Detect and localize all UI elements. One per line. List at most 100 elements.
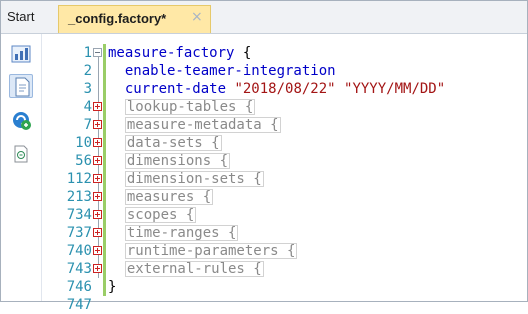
code-line[interactable]: 56 dimensions {: [42, 152, 527, 170]
brace: {: [242, 45, 252, 61]
keyword: [108, 189, 125, 205]
keyword: [108, 243, 125, 259]
code-text: measure-metadata {: [108, 116, 281, 134]
code-text: }: [108, 278, 116, 296]
code-text: dimension-sets {: [108, 170, 264, 188]
expand-fold-icon[interactable]: [93, 210, 102, 219]
code-line[interactable]: 3 current-date "2018/08/22" "YYYY/MM/DD": [42, 80, 527, 98]
refresh-green-icon[interactable]: [9, 108, 33, 132]
code-line[interactable]: 740 runtime-parameters {: [42, 242, 527, 260]
keyword: measure-factory: [108, 45, 243, 61]
change-marker: [103, 278, 106, 296]
line-number: 213: [66, 189, 92, 205]
expand-fold-icon[interactable]: [93, 246, 102, 255]
code-text: measures {: [108, 188, 214, 206]
code-line[interactable]: 747: [42, 296, 527, 314]
brace: }: [108, 279, 117, 295]
keyword: [108, 261, 125, 277]
line-number: 746: [66, 279, 92, 295]
tab-config-factory[interactable]: _config.factory* ×: [58, 5, 211, 33]
close-tab-icon[interactable]: ×: [191, 9, 203, 25]
collapse-fold-icon[interactable]: [93, 48, 102, 57]
keyword: [108, 117, 125, 133]
code-line[interactable]: 743 external-rules {: [42, 260, 527, 278]
line-number: 734: [66, 207, 92, 223]
keyword: [108, 171, 125, 187]
collapsed-block[interactable]: measure-metadata {: [124, 117, 281, 133]
tab-bar: Start _config.factory* ×: [1, 1, 527, 34]
change-marker: [103, 62, 106, 80]
tab-start[interactable]: Start: [1, 1, 53, 33]
code-text: enable-teamer-integration: [108, 62, 336, 80]
code-text: runtime-parameters {: [108, 242, 298, 260]
tab-config-factory-label: _config.factory*: [68, 11, 167, 26]
line-number: 2: [83, 63, 92, 79]
change-marker: [103, 80, 106, 98]
code-line[interactable]: 7 measure-metadata {: [42, 116, 527, 134]
line-number: 10: [75, 135, 92, 151]
code-line[interactable]: 4 lookup-tables {: [42, 98, 527, 116]
keyword: [108, 135, 125, 151]
keyword: [108, 153, 125, 169]
change-marker: [103, 44, 106, 62]
code-line[interactable]: 1 measure-factory {: [42, 44, 527, 62]
collapsed-block[interactable]: dimensions {: [124, 153, 231, 169]
expand-fold-icon[interactable]: [93, 264, 102, 273]
code-text: scopes {: [108, 206, 197, 224]
change-marker: [103, 188, 106, 206]
change-marker: [103, 224, 106, 242]
side-toolbar: [1, 34, 42, 301]
editor-window: Start _config.factory* × 1 measure-facto…: [0, 0, 528, 313]
expand-fold-icon[interactable]: [93, 156, 102, 165]
bar-chart-icon[interactable]: [9, 42, 33, 66]
keyword: enable-teamer-integration: [108, 63, 336, 79]
keyword: [108, 225, 125, 241]
expand-fold-icon[interactable]: [93, 192, 102, 201]
code-line[interactable]: 737 time-ranges {: [42, 224, 527, 242]
line-number: 1: [83, 45, 92, 61]
change-marker: [103, 98, 106, 116]
collapsed-block[interactable]: lookup-tables {: [124, 99, 256, 115]
keyword: [108, 207, 125, 223]
line-number: 56: [75, 153, 92, 169]
code-text: external-rules {: [108, 260, 264, 278]
collapsed-block[interactable]: dimension-sets {: [124, 171, 264, 187]
code-line[interactable]: 213 measures {: [42, 188, 527, 206]
expand-fold-icon[interactable]: [93, 102, 102, 111]
code-editor[interactable]: 1 measure-factory {2 enable-teamer-integr…: [42, 34, 527, 313]
expand-fold-icon[interactable]: [93, 138, 102, 147]
change-marker: [103, 134, 106, 152]
line-number: 747: [66, 297, 92, 313]
line-number: 737: [66, 225, 92, 241]
code-line[interactable]: 734 scopes {: [42, 206, 527, 224]
collapsed-block[interactable]: data-sets {: [124, 135, 222, 151]
line-number: 7: [83, 117, 92, 133]
code-text: measure-factory {: [108, 44, 251, 62]
expand-fold-icon[interactable]: [93, 228, 102, 237]
import-icon[interactable]: [9, 142, 33, 166]
change-marker: [103, 152, 106, 170]
code-line[interactable]: 746}: [42, 278, 527, 296]
change-marker: [103, 206, 106, 224]
change-marker: [103, 260, 106, 278]
collapsed-block[interactable]: time-ranges {: [124, 225, 239, 241]
code-line[interactable]: 10 data-sets {: [42, 134, 527, 152]
change-marker: [103, 116, 106, 134]
document-icon[interactable]: [9, 74, 33, 98]
code-line[interactable]: 2 enable-teamer-integration: [42, 62, 527, 80]
code-line[interactable]: 112 dimension-sets {: [42, 170, 527, 188]
change-marker: [103, 242, 106, 260]
expand-fold-icon[interactable]: [93, 120, 102, 129]
collapsed-block[interactable]: scopes {: [124, 207, 197, 223]
collapsed-block[interactable]: external-rules {: [124, 261, 264, 277]
collapsed-block[interactable]: measures {: [124, 189, 214, 205]
code-text: lookup-tables {: [108, 98, 256, 116]
code-text: dimensions {: [108, 152, 231, 170]
line-number: 4: [83, 99, 92, 115]
change-marker: [103, 170, 106, 188]
string-literal: "2018/08/22" "YYYY/MM/DD": [234, 81, 446, 97]
collapsed-block[interactable]: runtime-parameters {: [124, 243, 298, 259]
expand-fold-icon[interactable]: [93, 174, 102, 183]
line-number: 112: [66, 171, 92, 187]
line-number: 3: [83, 81, 92, 97]
